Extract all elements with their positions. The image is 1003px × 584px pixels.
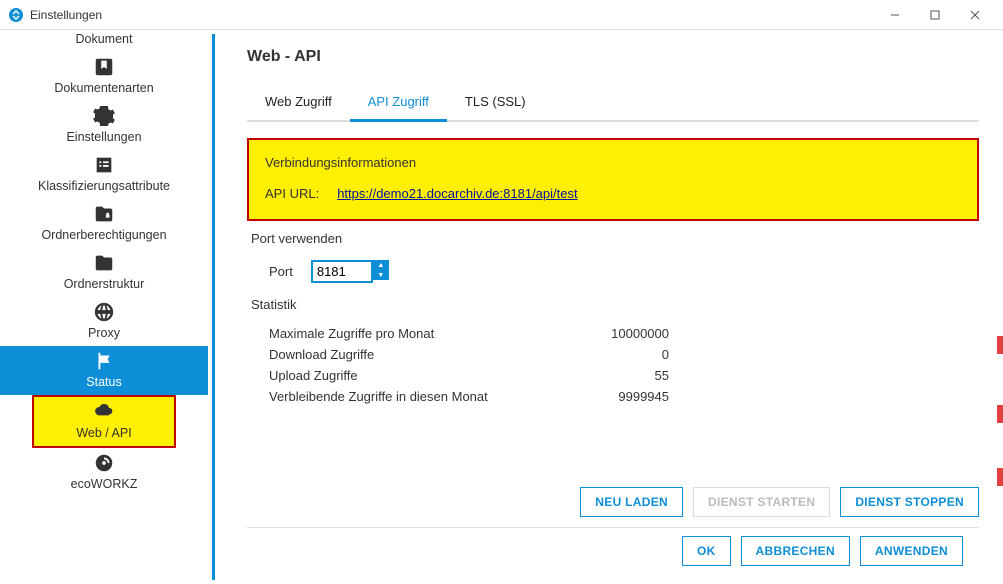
connection-info-box: Verbindungsinformationen API URL: https:… <box>247 138 979 221</box>
flag-icon <box>90 349 118 373</box>
sidebar-item-label: Dokumentenarten <box>54 81 153 95</box>
reload-button[interactable]: NEU LADEN <box>580 487 683 517</box>
start-service-button: DIENST STARTEN <box>693 487 830 517</box>
cancel-button[interactable]: ABBRECHEN <box>741 536 850 566</box>
tab-strip: Web Zugriff API Zugriff TLS (SSL) <box>247 84 979 122</box>
edge-marker <box>997 468 1003 486</box>
tab-api-zugriff[interactable]: API Zugriff <box>350 84 447 122</box>
sidebar-item-status[interactable]: Status <box>0 346 208 395</box>
right-edge-markers <box>997 30 1003 584</box>
sidebar-item-web-api[interactable]: Web / API <box>32 395 176 448</box>
stat-row: Download Zugriffe0 <box>269 347 979 362</box>
stat-row: Upload Zugriffe55 <box>269 368 979 383</box>
globe-icon <box>90 300 118 324</box>
stat-label: Maximale Zugriffe pro Monat <box>269 326 569 341</box>
sidebar-item-ordnerberechtigungen[interactable]: Ordnerberechtigungen <box>0 199 208 248</box>
edge-marker <box>997 405 1003 423</box>
folder-lock-icon <box>90 202 118 226</box>
stats-table: Maximale Zugriffe pro Monat10000000 Down… <box>269 326 979 404</box>
sidebar-item-label: Dokument <box>76 32 133 46</box>
list-icon <box>90 153 118 177</box>
sidebar-item-dokument[interactable]: Dokument <box>0 30 208 52</box>
stat-row: Maximale Zugriffe pro Monat10000000 <box>269 326 979 341</box>
sidebar-item-proxy[interactable]: Proxy <box>0 297 208 346</box>
stat-value: 9999945 <box>569 389 669 404</box>
sidebar-item-klassifizierung[interactable]: Klassifizierungsattribute <box>0 150 208 199</box>
auto-icon <box>90 451 118 475</box>
cloud-icon <box>90 400 118 424</box>
port-label: Port <box>269 264 293 279</box>
stat-row: Verbleibende Zugriffe in diesen Monat999… <box>269 389 979 404</box>
sidebar-item-label: Ordnerstruktur <box>64 277 145 291</box>
main-panel: Web - API Web Zugriff API Zugriff TLS (S… <box>223 30 1003 584</box>
tab-web-zugriff[interactable]: Web Zugriff <box>247 84 350 122</box>
port-section-title: Port verwenden <box>251 231 979 246</box>
sidebar-item-einstellungen[interactable]: Einstellungen <box>0 101 208 150</box>
sidebar-item-label: Web / API <box>76 426 131 440</box>
window-title: Einstellungen <box>30 8 875 22</box>
sidebar-item-label: Status <box>86 375 121 389</box>
dialog-footer: OK ABBRECHEN ANWENDEN <box>247 527 979 574</box>
service-button-row: NEU LADEN DIENST STARTEN DIENST STOPPEN <box>247 477 979 527</box>
app-logo-icon <box>8 7 24 23</box>
sidebar-item-dokumentenarten[interactable]: Dokumentenarten <box>0 52 208 101</box>
port-spinner[interactable]: ▲▼ <box>373 260 389 283</box>
tab-tls-ssl[interactable]: TLS (SSL) <box>447 84 544 122</box>
sidebar-item-label: Einstellungen <box>66 130 141 144</box>
api-url-label: API URL: <box>265 186 319 201</box>
minimize-button[interactable] <box>875 1 915 29</box>
sidebar-item-ecoworkz[interactable]: ecoWORKZ <box>0 448 208 497</box>
port-input[interactable] <box>311 260 373 283</box>
page-title: Web - API <box>247 48 979 66</box>
stat-label: Verbleibende Zugriffe in diesen Monat <box>269 389 569 404</box>
edge-marker <box>997 336 1003 354</box>
tab-content: Verbindungsinformationen API URL: https:… <box>247 122 979 477</box>
stat-value: 55 <box>569 368 669 383</box>
apply-button[interactable]: ANWENDEN <box>860 536 963 566</box>
stats-section-title: Statistik <box>251 297 979 312</box>
maximize-button[interactable] <box>915 1 955 29</box>
connection-info-title: Verbindungsinformationen <box>265 155 961 170</box>
stat-label: Download Zugriffe <box>269 347 569 362</box>
gear-icon <box>90 104 118 128</box>
close-button[interactable] <box>955 1 995 29</box>
sidebar-item-label: Klassifizierungsattribute <box>38 179 170 193</box>
bookmark-icon <box>90 55 118 79</box>
sidebar: Dokument Dokumentenarten Einstellungen K… <box>0 30 208 584</box>
titlebar: Einstellungen <box>0 0 1003 30</box>
folder-icon <box>90 251 118 275</box>
api-url-link[interactable]: https://demo21.docarchiv.de:8181/api/tes… <box>337 186 577 201</box>
sidebar-item-label: Proxy <box>88 326 120 340</box>
stat-value: 0 <box>569 347 669 362</box>
stat-value: 10000000 <box>569 326 669 341</box>
stop-service-button[interactable]: DIENST STOPPEN <box>840 487 979 517</box>
sidebar-item-label: ecoWORKZ <box>71 477 138 491</box>
stat-label: Upload Zugriffe <box>269 368 569 383</box>
sidebar-divider <box>212 34 215 580</box>
ok-button[interactable]: OK <box>682 536 731 566</box>
sidebar-item-label: Ordnerberechtigungen <box>41 228 166 242</box>
sidebar-item-ordnerstruktur[interactable]: Ordnerstruktur <box>0 248 208 297</box>
